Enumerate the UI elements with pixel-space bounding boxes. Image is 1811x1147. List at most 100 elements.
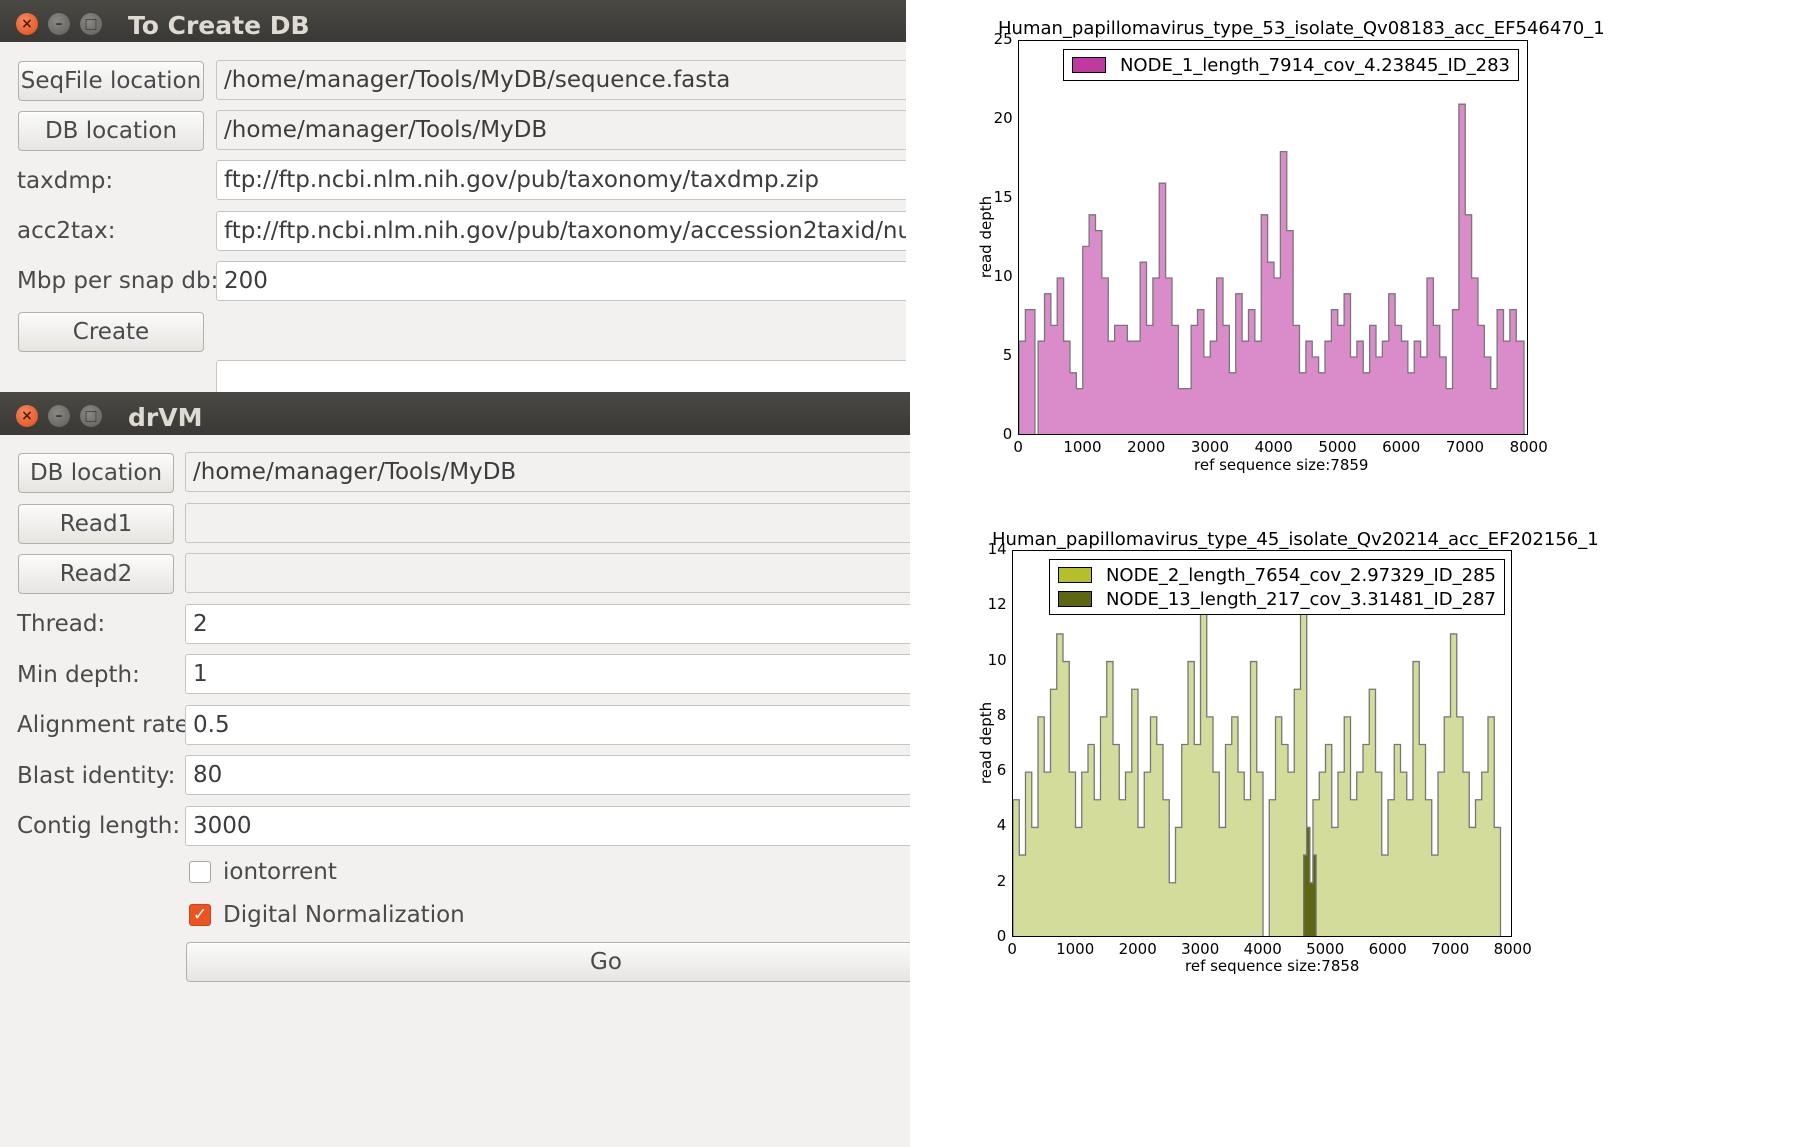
alignment-rate-field[interactable]: 0.5 xyxy=(185,705,910,745)
maximize-icon[interactable]: □ xyxy=(80,13,102,35)
x-tick-label: 3000 xyxy=(1190,438,1230,456)
legend-label: NODE_2_length_7654_cov_2.97329_ID_285 xyxy=(1105,564,1496,586)
y-tick-label: 12 xyxy=(987,595,1007,614)
series-area-0 xyxy=(1013,605,1502,936)
y-tick-label: 0 xyxy=(1002,425,1013,443)
x-tick-label: 8000 xyxy=(1493,940,1532,958)
read2-button[interactable]: Read2 xyxy=(18,554,174,594)
min-depth-label: Min depth: xyxy=(17,662,140,688)
db-location-button[interactable]: DB location xyxy=(18,453,174,493)
taxdmp-label: taxdmp: xyxy=(17,168,114,194)
y-tick-label: 5 xyxy=(1002,346,1013,364)
x-tick-label: 2000 xyxy=(1118,940,1157,958)
series-area-0 xyxy=(1019,103,1525,434)
create-status-field xyxy=(216,360,906,392)
chart-legend: NODE_1_length_7914_cov_4.23845_ID_283 xyxy=(1062,49,1519,81)
x-axis-label: ref sequence size:7859 xyxy=(1194,456,1369,474)
create-db-window: × – □ To Create DB SeqFile location /hom… xyxy=(0,0,906,392)
y-tick-label: 6 xyxy=(996,761,1007,780)
min-depth-field[interactable]: 1 xyxy=(185,654,910,694)
x-tick-label: 7000 xyxy=(1431,940,1470,958)
y-tick-label: 20 xyxy=(993,109,1013,127)
read2-field[interactable] xyxy=(185,553,910,593)
x-tick-label: 7000 xyxy=(1445,438,1485,456)
chart-title: Human_papillomavirus_type_45_isolate_Qv2… xyxy=(992,529,1599,550)
y-tick-label: 10 xyxy=(993,267,1013,285)
acc2tax-label: acc2tax: xyxy=(17,218,116,244)
seqfile-location-button[interactable]: SeqFile location xyxy=(18,61,204,101)
read1-button[interactable]: Read1 xyxy=(18,504,174,544)
close-icon[interactable]: × xyxy=(16,405,38,427)
x-tick-label: 4000 xyxy=(1243,940,1282,958)
legend-item: NODE_1_length_7914_cov_4.23845_ID_283 xyxy=(1071,53,1510,77)
y-tick-label: 15 xyxy=(993,188,1013,206)
contig-length-label: Contig length: xyxy=(17,813,181,839)
y-tick-label: 4 xyxy=(996,816,1007,835)
contig-length-field[interactable]: 3000 xyxy=(185,806,910,846)
db-location-field[interactable]: /home/manager/Tools/MyDB xyxy=(185,452,910,492)
create-db-titlebar: × – □ To Create DB xyxy=(0,0,906,42)
mbp-per-snap-db-field[interactable]: 200 xyxy=(216,261,906,301)
db-location-button[interactable]: DB location xyxy=(18,111,204,151)
coverage-area-plot xyxy=(1019,103,1525,434)
x-tick-label: 0 xyxy=(1013,438,1023,456)
checkmark-icon: ✓ xyxy=(192,905,208,925)
x-tick-label: 2000 xyxy=(1127,438,1166,456)
minimize-icon[interactable]: – xyxy=(48,405,70,427)
read1-field[interactable] xyxy=(185,503,910,543)
x-tick-label: 5000 xyxy=(1318,438,1357,456)
x-tick-label: 3000 xyxy=(1181,940,1220,958)
y-tick-label: 10 xyxy=(987,650,1007,669)
chart-title: Human_papillomavirus_type_53_isolate_Qv0… xyxy=(998,18,1605,39)
y-axis-label: read depth xyxy=(977,701,996,785)
plot-area: NODE_1_length_7914_cov_4.23845_ID_283 xyxy=(1018,40,1528,435)
mbp-per-snap-db-label: Mbp per snap db: xyxy=(17,268,219,294)
x-axis-label: ref sequence size:7858 xyxy=(1185,957,1360,975)
acc2tax-field[interactable]: ftp://ftp.ncbi.nlm.nih.gov/pub/taxonomy/… xyxy=(216,211,906,251)
legend-swatch xyxy=(1071,57,1106,73)
x-tick-label: 6000 xyxy=(1368,940,1407,958)
x-tick-label: 8000 xyxy=(1509,438,1548,456)
window-title: To Create DB xyxy=(128,11,310,40)
alignment-rate-label: Alignment rate: xyxy=(17,712,197,738)
thread-field[interactable]: 2 xyxy=(185,604,910,644)
plot-area: NODE_2_length_7654_cov_2.97329_ID_285 NO… xyxy=(1012,550,1512,937)
db-location-field[interactable]: /home/manager/Tools/MyDB xyxy=(216,110,906,150)
digital-normalization-checkbox[interactable]: ✓ xyxy=(189,904,211,926)
blast-identity-label: Blast identity: xyxy=(17,763,176,789)
drvm-titlebar: × – □ drVM xyxy=(0,392,910,435)
taxdmp-field[interactable]: ftp://ftp.ncbi.nlm.nih.gov/pub/taxonomy/… xyxy=(216,160,906,200)
coverage-chart-hpv45: Human_papillomavirus_type_45_isolate_Qv2… xyxy=(960,520,1810,990)
legend-label: NODE_13_length_217_cov_3.31481_ID_287 xyxy=(1105,588,1496,610)
y-tick-label: 14 xyxy=(987,540,1007,558)
legend-item: NODE_2_length_7654_cov_2.97329_ID_285 xyxy=(1057,563,1496,587)
x-tick-label: 0 xyxy=(1007,940,1017,958)
y-tick-label: 25 xyxy=(993,30,1013,48)
close-icon[interactable]: × xyxy=(16,13,38,35)
x-tick-label: 1000 xyxy=(1056,940,1095,958)
drvm-window: × – □ drVM DB location /home/manager/Too… xyxy=(0,392,910,1147)
iontorrent-checkbox[interactable] xyxy=(189,861,211,883)
seqfile-location-field[interactable]: /home/manager/Tools/MyDB/sequence.fasta xyxy=(216,60,906,100)
legend-item: NODE_13_length_217_cov_3.31481_ID_287 xyxy=(1057,587,1496,611)
minimize-icon[interactable]: – xyxy=(48,13,70,35)
y-tick-label: 2 xyxy=(996,871,1007,890)
y-axis-label: read depth xyxy=(977,195,996,279)
x-tick-label: 5000 xyxy=(1306,940,1345,958)
y-tick-label: 8 xyxy=(996,705,1007,724)
digital-normalization-label: Digital Normalization xyxy=(223,902,465,928)
x-tick-label: 4000 xyxy=(1254,438,1293,456)
go-button[interactable]: Go xyxy=(186,942,910,982)
legend-swatch xyxy=(1057,591,1092,607)
legend-swatch xyxy=(1057,567,1092,583)
blast-identity-field[interactable]: 80 xyxy=(185,755,910,795)
maximize-icon[interactable]: □ xyxy=(80,405,102,427)
y-tick-label: 0 xyxy=(996,927,1007,945)
window-title: drVM xyxy=(128,403,203,432)
iontorrent-label: iontorrent xyxy=(223,859,337,885)
chart-legend: NODE_2_length_7654_cov_2.97329_ID_285 NO… xyxy=(1048,559,1505,615)
coverage-chart-hpv53: Human_papillomavirus_type_53_isolate_Qv0… xyxy=(960,10,1810,480)
thread-label: Thread: xyxy=(17,611,106,637)
create-button[interactable]: Create xyxy=(18,312,204,352)
x-tick-label: 1000 xyxy=(1063,438,1102,456)
